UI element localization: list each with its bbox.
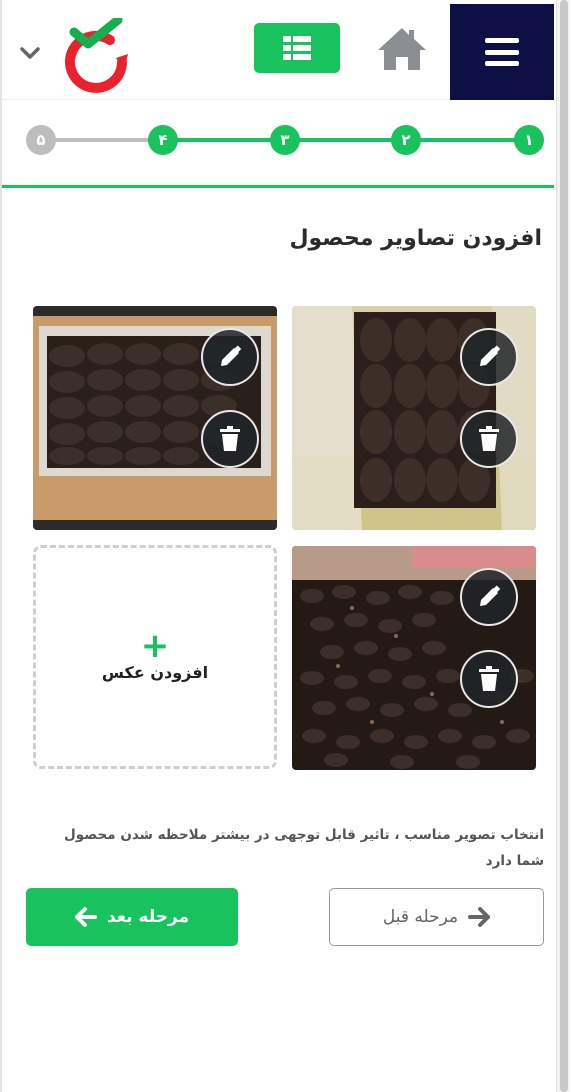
home-icon [378,28,426,70]
delete-photo-3-button[interactable] [460,650,518,708]
account-dropdown[interactable] [18,44,42,62]
trash-icon [220,426,240,451]
next-step-button[interactable]: مرحله بعد [26,888,238,946]
plus-icon: + [140,625,170,666]
page-title: افزودن تصاویر محصول [289,226,542,251]
home-button[interactable] [374,24,430,74]
pencil-icon [221,345,242,366]
delete-photo-1-button[interactable] [460,410,518,468]
previous-step-label: مرحله قبل [382,907,459,927]
step-1[interactable]: ۱ [514,125,544,155]
trash-icon [479,426,499,451]
arrow-left-icon [74,907,97,927]
progress-stepper: ۱ ۲ ۳ ۴ ۵ [2,100,554,188]
product-photo-3[interactable] [292,546,536,770]
menu-button[interactable] [450,4,554,100]
app-header [2,4,554,100]
scrollbar[interactable] [556,0,570,1092]
hamburger-menu-icon [485,38,519,66]
delete-photo-2-button[interactable] [201,410,259,468]
step-4[interactable]: ۴ [148,125,178,155]
arrow-right-icon [468,907,491,927]
previous-step-button[interactable]: مرحله قبل [329,888,544,946]
trash-icon [479,666,499,691]
pencil-icon [480,585,501,606]
photo-hint-text: انتخاب تصویر مناسب ، تاثیر قابل توجهی در… [64,827,544,869]
list-grid-button[interactable] [254,23,340,73]
edit-photo-3-button[interactable] [460,568,518,626]
product-photo-2[interactable] [33,306,277,530]
list-grid-icon [283,36,311,60]
product-photo-1[interactable] [292,306,536,530]
step-2[interactable]: ۲ [391,125,421,155]
edit-photo-2-button[interactable] [201,328,259,386]
add-photo-card[interactable]: + افزودن عکس [33,545,277,769]
edit-photo-1-button[interactable] [460,328,518,386]
scrollbar-thumb[interactable] [560,0,568,1092]
chevron-down-icon [20,47,40,59]
pencil-icon [480,345,501,366]
logo-checkmark-icon [65,15,128,93]
next-step-label: مرحله بعد [106,907,190,927]
brand-logo[interactable] [62,15,132,94]
step-3[interactable]: ۳ [270,125,300,155]
step-5[interactable]: ۵ [26,125,56,155]
step-connector-4-1 [164,138,528,142]
add-photo-label: افزودن عکس [101,662,209,682]
